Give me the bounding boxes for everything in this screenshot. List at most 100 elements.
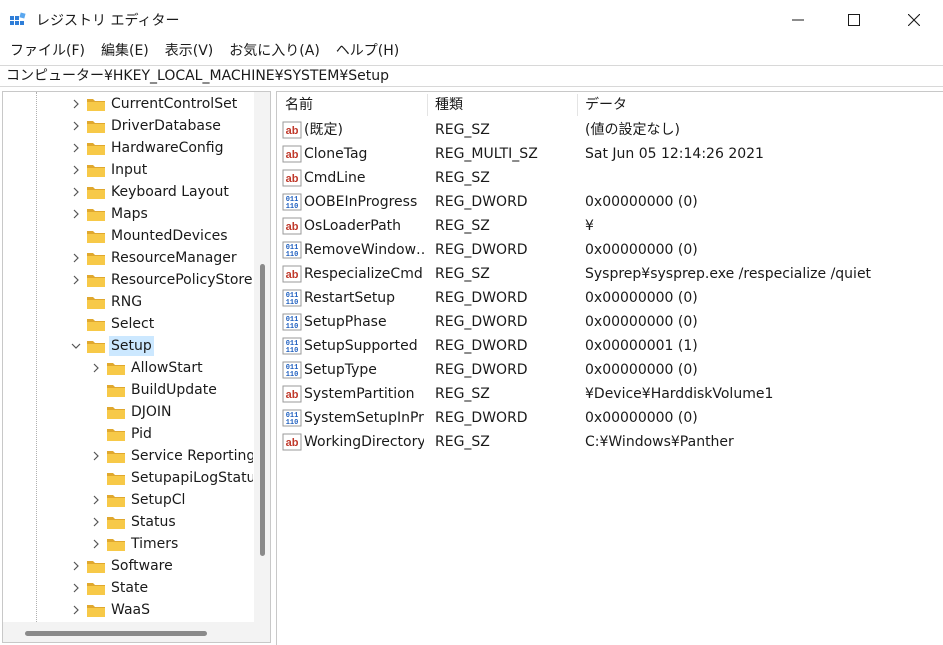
maximize-icon — [848, 14, 860, 26]
chevron-right-icon[interactable] — [71, 582, 81, 594]
value-data: 0x00000000 (0) — [585, 242, 698, 258]
tree-item[interactable]: Select — [3, 313, 253, 335]
tree-item[interactable]: SetupapiLogStatu — [3, 467, 253, 489]
tree-item[interactable]: RNG — [3, 291, 253, 313]
chevron-right-icon[interactable] — [71, 252, 81, 264]
folder-icon — [86, 184, 106, 200]
chevron-right-icon[interactable] — [91, 450, 101, 462]
tree-item[interactable]: MountedDevices — [3, 225, 253, 247]
tree-item[interactable]: Keyboard Layout — [3, 181, 253, 203]
tree-item[interactable]: CurrentControlSet — [3, 93, 253, 115]
value-data: 0x00000000 (0) — [585, 410, 698, 426]
binary-value-icon: 011 110 — [282, 193, 302, 211]
tree-item[interactable]: Setup — [3, 335, 253, 357]
tree-vertical-scroll-thumb[interactable] — [260, 264, 265, 556]
value-name: WorkingDirectory — [304, 434, 424, 450]
tree-item[interactable]: HardwareConfig — [3, 137, 253, 159]
value-data: (値の設定なし) — [585, 122, 680, 138]
tree-horizontal-scrollbar[interactable] — [3, 622, 270, 642]
tree-item[interactable]: BuildUpdate — [3, 379, 253, 401]
value-row[interactable]: ab OsLoaderPath REG_SZ ¥ — [277, 214, 943, 238]
tree-item[interactable]: State — [3, 577, 253, 599]
chevron-right-icon[interactable] — [71, 186, 81, 198]
tree-vertical-scrollbar[interactable] — [254, 92, 270, 622]
chevron-right-icon[interactable] — [91, 362, 101, 374]
folder-icon — [106, 448, 126, 464]
value-row[interactable]: 011 110 OOBEInProgress REG_DWORD 0x00000000 … — [277, 190, 943, 214]
chevron-right-icon[interactable] — [71, 98, 81, 110]
tree-item[interactable]: Pid — [3, 423, 253, 445]
chevron-right-icon[interactable] — [91, 538, 101, 550]
tree-item[interactable]: AllowStart — [3, 357, 253, 379]
tree-item[interactable]: Service Reporting — [3, 445, 253, 467]
value-type: REG_DWORD — [435, 338, 528, 354]
column-header-type[interactable]: 種類 — [427, 94, 577, 116]
menu-view[interactable]: 表示(V) — [157, 40, 222, 64]
tree-item[interactable]: Software — [3, 555, 253, 577]
binary-value-icon: 011 110 — [282, 361, 302, 379]
tree-item[interactable]: Timers — [3, 533, 253, 555]
value-name: SystemPartition — [304, 386, 415, 402]
value-row[interactable]: 011 110 SetupSupported REG_DWORD 0x00000001 … — [277, 334, 943, 358]
chevron-right-icon[interactable] — [71, 164, 81, 176]
minimize-button[interactable] — [770, 0, 826, 40]
value-row[interactable]: 011110SystemSetupInPr… REG_DWORD 0x0000000… — [277, 406, 943, 430]
value-row[interactable]: ab WorkingDirectory REG_SZ C:¥Windows¥Panth… — [277, 430, 943, 454]
menu-help[interactable]: ヘルプ(H) — [328, 40, 407, 64]
value-name: SetupPhase — [304, 314, 387, 330]
tree-item[interactable]: WaaS — [3, 599, 253, 621]
folder-icon — [86, 272, 106, 288]
value-row[interactable]: ab CmdLine REG_SZ — [277, 166, 943, 190]
chevron-right-icon[interactable] — [91, 494, 101, 506]
maximize-button[interactable] — [826, 0, 882, 40]
tree-item[interactable]: DJOIN — [3, 401, 253, 423]
column-header-data[interactable]: データ — [577, 94, 937, 116]
column-header-name[interactable]: 名前 — [277, 94, 427, 116]
chevron-right-icon[interactable] — [71, 274, 81, 286]
close-button[interactable] — [886, 0, 942, 40]
tree-item-label: Status — [131, 514, 176, 530]
key-tree-pane[interactable]: CurrentControlSet DriverDatabase HardwareC… — [2, 91, 271, 643]
folder-icon — [86, 96, 106, 112]
chevron-right-icon[interactable] — [71, 604, 81, 616]
binary-value-icon: 011 110 — [282, 313, 302, 331]
chevron-right-icon[interactable] — [71, 142, 81, 154]
value-row[interactable]: ab SystemPartition REG_SZ ¥Device¥HarddiskV… — [277, 382, 943, 406]
value-row[interactable]: 011 110 RemoveWindow… REG_DWORD 0x00000000 (… — [277, 238, 943, 262]
value-row[interactable]: 011 110 RestartSetup REG_DWORD 0x00000000 (0… — [277, 286, 943, 310]
svg-text:ab: ab — [286, 173, 299, 185]
tree-item[interactable]: Status — [3, 511, 253, 533]
address-bar[interactable]: コンピューター¥HKEY_LOCAL_MACHINE¥SYSTEM¥Setup — [0, 65, 943, 87]
tree-item[interactable]: Maps — [3, 203, 253, 225]
chevron-right-icon[interactable] — [71, 560, 81, 572]
menu-favorites[interactable]: お気に入り(A) — [221, 40, 328, 64]
menu-edit[interactable]: 編集(E) — [93, 40, 157, 64]
folder-icon — [86, 294, 106, 310]
key-tree: CurrentControlSet DriverDatabase HardwareC… — [3, 92, 253, 622]
menu-file[interactable]: ファイル(F) — [2, 40, 93, 64]
tree-item[interactable]: ResourceManager — [3, 247, 253, 269]
tree-item-label: ResourcePolicyStore — [111, 272, 253, 288]
tree-item-label: ResourceManager — [111, 250, 237, 266]
value-row[interactable]: 011 110 SetupPhase REG_DWORD 0x00000000 (0) — [277, 310, 943, 334]
value-row[interactable]: ab (既定) REG_SZ (値の設定なし) — [277, 118, 943, 142]
value-row[interactable]: ab CloneTag REG_MULTI_SZ Sat Jun 05 12:14:2… — [277, 142, 943, 166]
value-row[interactable]: ab RespecializeCmd… REG_SZ Sysprep¥sysprep.… — [277, 262, 943, 286]
tree-horizontal-scroll-thumb[interactable] — [25, 631, 207, 636]
value-type: REG_DWORD — [435, 362, 528, 378]
folder-icon — [106, 536, 126, 552]
tree-item[interactable]: SetupCl — [3, 489, 253, 511]
svg-text:110: 110 — [286, 299, 299, 307]
tree-item[interactable]: Input — [3, 159, 253, 181]
tree-item-label: Software — [111, 558, 173, 574]
chevron-right-icon[interactable] — [71, 120, 81, 132]
value-data: 0x00000000 (0) — [585, 194, 698, 210]
folder-icon — [106, 382, 126, 398]
chevron-right-icon[interactable] — [91, 516, 101, 528]
tree-item[interactable]: ResourcePolicyStore — [3, 269, 253, 291]
chevron-down-icon[interactable] — [71, 340, 81, 352]
value-row[interactable]: 011 110 SetupType REG_DWORD 0x00000000 (0) — [277, 358, 943, 382]
values-list-pane[interactable]: 名前 種類 データ ab (既定) REG_SZ (値の設定なし) ab CloneTag… — [276, 91, 943, 645]
tree-item[interactable]: DriverDatabase — [3, 115, 253, 137]
chevron-right-icon[interactable] — [71, 208, 81, 220]
